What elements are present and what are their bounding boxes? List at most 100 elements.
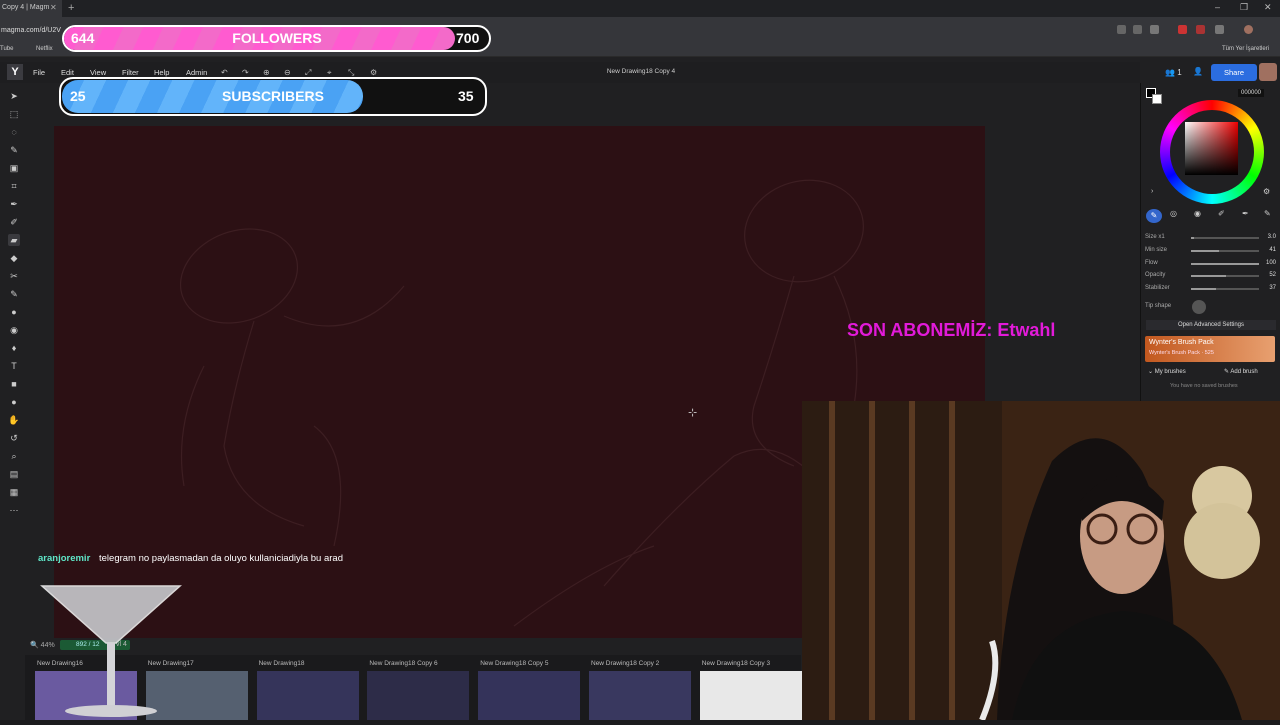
close-window-button[interactable]: ✕ [1264,2,1272,13]
pencil-icon[interactable]: ✐ [8,216,20,228]
smudge-icon[interactable]: ✂ [8,270,20,282]
bookmark-youtube[interactable]: Tube [0,46,13,52]
tip-shape-preview[interactable] [1192,300,1206,314]
more-icon[interactable]: ⋯ [8,504,20,516]
slider-fill [1191,237,1195,239]
my-brushes-toggle[interactable]: ⌄ My brushes [1148,368,1186,375]
brush-setting-value: 100 [1265,259,1276,266]
puzzle-icon[interactable] [1215,25,1224,34]
rect-icon[interactable]: ■ [8,378,20,390]
text-icon[interactable]: T [8,360,20,372]
minimize-button[interactable]: – [1215,2,1220,12]
brush-preset-icon[interactable]: ✐ [1218,209,1225,218]
drawing-thumbnail[interactable] [699,671,802,720]
bookmark-netflix[interactable]: Netflix [36,46,53,52]
brush-presets: ✎ ◎ ◉ ✐ ✒ ✎ [1146,209,1276,223]
app-logo[interactable]: Y [7,64,23,80]
close-icon[interactable]: ✕ [50,3,57,12]
transform-icon[interactable]: ▣ [8,162,20,174]
redo-icon[interactable]: ↷ [242,68,249,77]
extension-icon[interactable] [1178,25,1187,34]
brush-preset-icon[interactable]: ◉ [1194,209,1201,218]
brush-setting-slider[interactable] [1191,262,1259,265]
brush-setting-label: Size x1 [1145,234,1165,240]
advanced-settings-button[interactable]: Open Advanced Settings [1146,320,1276,330]
avatar[interactable] [1259,63,1277,81]
grid-icon[interactable]: ▦ [8,486,20,498]
ellipse-icon[interactable]: ● [8,396,20,408]
brush-setting-slider[interactable] [1191,249,1259,252]
rotate-icon[interactable]: ↺ [8,432,20,444]
subscribers-title: SUBSCRIBERS [222,88,324,104]
thumbnail-label: New Drawing18 Copy 5 [480,660,549,667]
drawing-thumbnail[interactable] [589,671,691,720]
profile-icon[interactable] [1244,25,1253,34]
thumbnail-label: New Drawing18 Copy 3 [701,660,771,667]
undo-icon[interactable]: ↶ [221,68,228,77]
users-count[interactable]: 👥 1 [1165,68,1182,77]
blur-icon[interactable]: ● [8,306,20,318]
cast-icon[interactable] [1133,25,1142,34]
share-button[interactable]: Share [1211,64,1257,81]
gear-icon[interactable]: ⚙ [1263,187,1270,196]
brush-preset-icon[interactable]: ◎ [1170,209,1177,218]
crop-icon[interactable]: ⌗ [8,180,20,192]
maximize-button[interactable]: ❐ [1240,2,1248,13]
brush-preset-icon[interactable]: ✎ [1264,209,1271,218]
eyedropper-icon[interactable]: ✒ [8,198,20,210]
extension-icon[interactable] [1196,25,1205,34]
select-icon[interactable]: ➤ [8,90,20,102]
followers-title: FOLLOWERS [232,30,322,46]
hand-icon[interactable]: ✋ [8,414,20,426]
eraser-icon[interactable]: ◆ [8,252,20,264]
brush-preset-icon[interactable]: ✎ [1146,209,1162,223]
martini-glass-image [40,583,182,720]
brush-icon[interactable]: ▰ [8,234,20,246]
chevron-right-icon[interactable]: › [1151,188,1153,195]
stroke-icon[interactable]: ✎ [8,288,20,300]
brush-setting-slider[interactable] [1191,237,1259,239]
thumbnail-label: New Drawing18 [258,660,305,667]
brush-setting-slider[interactable] [1191,275,1259,278]
zoom-in-icon[interactable]: ⊕ [263,68,270,77]
menu-file[interactable]: File [33,68,45,77]
menu-help[interactable]: Help [154,68,169,77]
drawing-thumbnail[interactable] [256,671,359,720]
tab-title: Copy 4 | Magm [2,4,50,11]
brush-preset-icon[interactable]: ✒ [1242,209,1249,218]
fill-icon[interactable]: ◉ [8,324,20,336]
brush-setting-value: 52 [1269,272,1276,279]
settings-icon[interactable]: ⚙ [370,68,377,77]
all-bookmarks[interactable]: Tüm Yer İşaretleri [1222,46,1269,52]
lasso-icon[interactable]: ◌ [8,126,20,138]
star-icon[interactable] [1150,25,1159,34]
menu-admin[interactable]: Admin [186,68,207,77]
brush-setting-value: 3.0 [1267,234,1276,240]
subscribers-goal: 35 [458,88,474,104]
menu-view[interactable]: View [90,68,106,77]
menu-filter[interactable]: Filter [122,68,139,77]
menu-edit[interactable]: Edit [61,68,74,77]
translate-icon[interactable] [1117,25,1126,34]
hex-value[interactable]: 000000 [1238,89,1265,97]
last-subscriber-text: SON ABONEMİZ: Etwahl [847,320,1056,340]
lasso-poly-icon[interactable]: ✎ [8,144,20,156]
marquee-icon[interactable]: ⬚ [8,108,20,120]
secondary-color-swatch[interactable] [1152,94,1162,104]
add-user-icon[interactable]: 👤 [1193,67,1203,76]
tip-shape-label: Tip shape [1145,303,1172,309]
brush-setting-value: 41 [1269,246,1276,253]
zoom-icon[interactable]: ⌕ [8,450,20,462]
new-tab-button[interactable]: + [68,2,74,14]
drawing-thumbnail[interactable] [367,671,470,720]
shape-icon[interactable]: ♦ [8,342,20,354]
chat-username: aranjoremir [38,553,91,564]
saturation-value-picker[interactable] [1185,122,1238,175]
add-brush-button[interactable]: ✎ Add brush [1224,368,1258,375]
layers-icon[interactable]: ▤ [8,468,20,480]
slider-fill [1191,288,1217,291]
url-field[interactable]: magma.com/d/U2V [1,27,61,34]
brush-setting-slider[interactable] [1191,288,1259,291]
drawing-thumbnail[interactable] [478,671,581,720]
zoom-out-icon[interactable]: ⊖ [284,68,291,77]
